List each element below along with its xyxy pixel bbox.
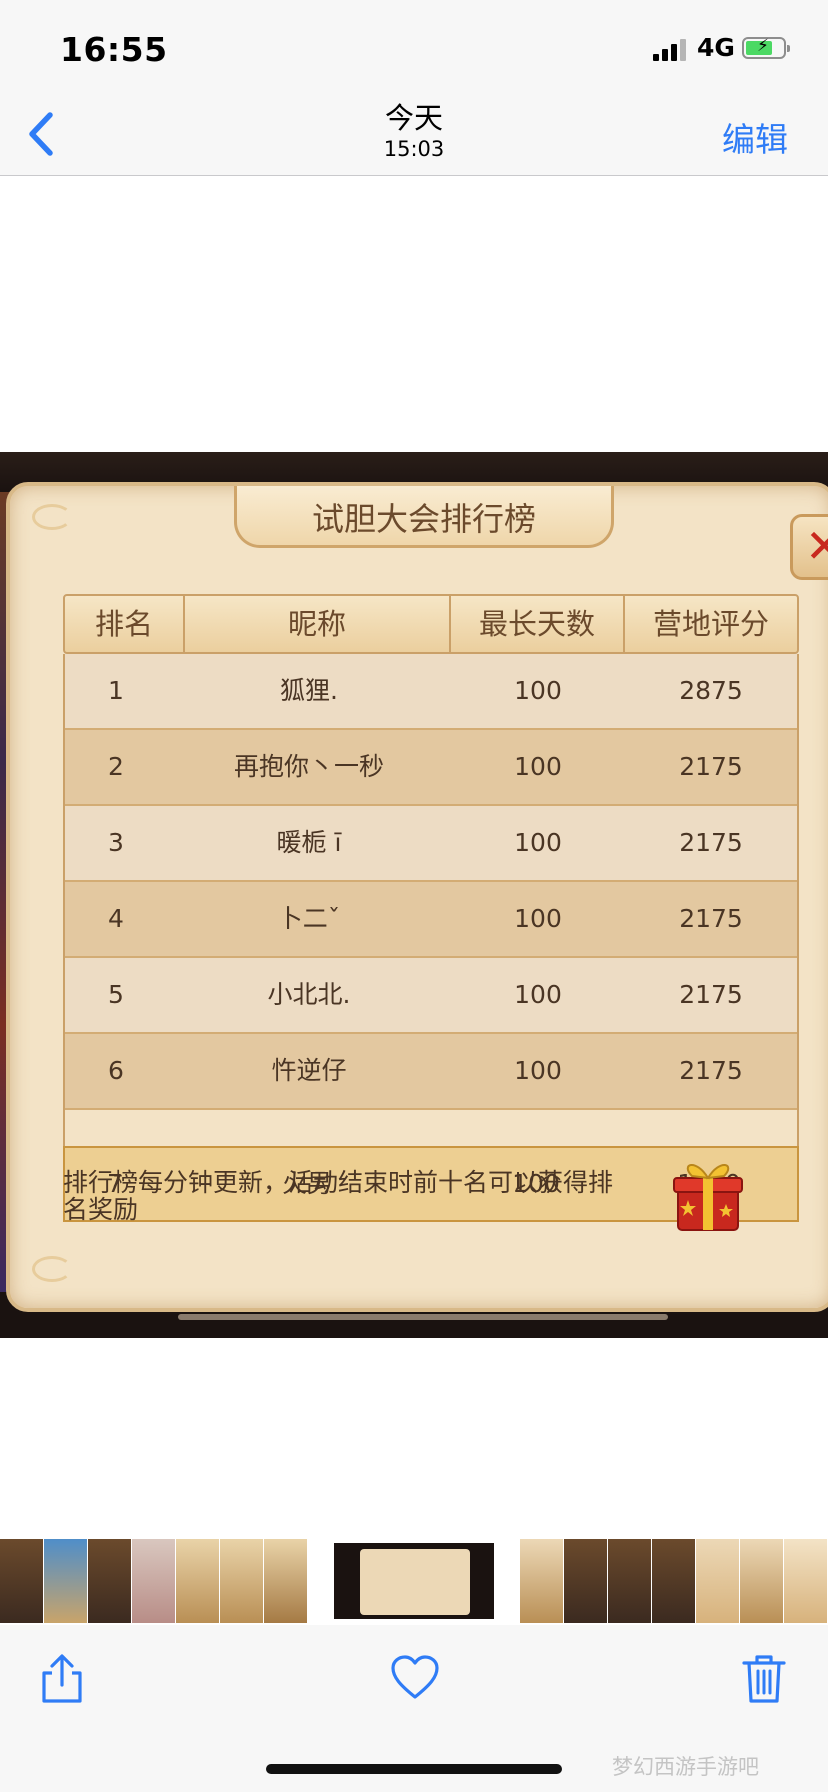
rank-cell: 4 [108, 904, 124, 933]
nickname-cell: 暖栀 ī [276, 828, 342, 857]
rank-cell: 2 [108, 752, 124, 781]
thumbnail[interactable] [88, 1539, 131, 1623]
navigation-bar: 今天 15:03 编辑 [0, 95, 828, 176]
thumbnail[interactable] [44, 1539, 87, 1623]
signal-strength-icon [653, 37, 689, 61]
table-row: 5 小北北. 100 2175 [65, 958, 797, 1034]
leaderboard-table: 排名 昵称 最长天数 营地评分 1 狐狸. 100 2875 2 再抱你丶一秒 … [63, 594, 799, 1222]
score-cell: 2175 [679, 828, 743, 857]
trash-icon[interactable] [740, 1653, 788, 1705]
close-button[interactable]: ✕ [790, 514, 828, 580]
thumbnail[interactable] [264, 1539, 307, 1623]
days-cell: 100 [514, 904, 562, 933]
column-header-camp-score: 营地评分 [652, 607, 769, 641]
thumbnail[interactable] [608, 1539, 651, 1623]
thumbnail[interactable] [0, 1539, 43, 1623]
days-cell: 100 [514, 752, 562, 781]
nickname-cell: 忤逆仔 [271, 1056, 347, 1085]
rank-cell: 1 [108, 676, 124, 705]
home-indicator[interactable] [266, 1764, 562, 1774]
thumbnail[interactable] [740, 1539, 783, 1623]
thumbnail-selected[interactable] [330, 1539, 498, 1623]
score-cell: 2175 [679, 980, 743, 1009]
thumbnail[interactable] [520, 1539, 563, 1623]
table-row: 1 狐狸. 100 2875 [65, 654, 797, 730]
nickname-cell: 小北北. [267, 980, 351, 1009]
thumbnail[interactable] [132, 1539, 175, 1623]
nickname-cell: 卜二ˇ [277, 904, 341, 933]
column-header-nickname: 昵称 [185, 596, 451, 652]
nickname-cell: 狐狸. [280, 676, 338, 705]
thumbnail[interactable] [696, 1539, 739, 1623]
table-rows[interactable]: 1 狐狸. 100 2875 2 再抱你丶一秒 100 2175 3 暖栀 ī … [63, 654, 799, 1146]
table-row: 2 再抱你丶一秒 100 2175 [65, 730, 797, 806]
battery-icon: ⚡ [742, 36, 790, 59]
scroll-indicator [178, 1314, 668, 1320]
days-cell: 100 [514, 676, 562, 705]
thumbnail[interactable] [784, 1539, 827, 1623]
thumbnail[interactable] [564, 1539, 607, 1623]
photo-image[interactable]: 试胆大会排行榜 排名 昵称 最长天数 营地评分 1 狐狸. 100 2875 2… [0, 452, 828, 1338]
nav-title: 今天 [384, 101, 443, 135]
days-cell: 100 [514, 828, 562, 857]
days-cell: 100 [514, 1056, 562, 1085]
nickname-cell: 再抱你丶一秒 [233, 752, 384, 781]
thumbnail-strip[interactable] [0, 1537, 828, 1625]
thumbnail[interactable] [176, 1539, 219, 1623]
decorative-swirl [32, 1256, 72, 1282]
nav-subtitle: 15:03 [383, 137, 445, 161]
column-header-rank: 排名 [65, 596, 185, 652]
edit-button[interactable]: 编辑 [722, 113, 788, 161]
score-cell: 2175 [679, 904, 743, 933]
table-row: 6 忤逆仔 100 2175 [65, 1034, 797, 1110]
days-cell: 100 [514, 980, 562, 1009]
watermark: 梦幻西游手游吧 [612, 1755, 759, 1779]
gift-box-icon[interactable] [670, 1154, 746, 1236]
share-icon[interactable] [38, 1653, 86, 1705]
rank-cell: 5 [108, 980, 124, 1009]
score-cell: 2175 [679, 752, 743, 781]
rank-cell: 3 [108, 828, 124, 857]
leaderboard-panel: 试胆大会排行榜 排名 昵称 最长天数 营地评分 1 狐狸. 100 2875 2… [6, 482, 828, 1312]
table-row: 4 卜二ˇ 100 2175 [65, 882, 797, 958]
thumbnail[interactable] [652, 1539, 695, 1623]
status-time: 16:55 [60, 30, 168, 69]
close-icon: ✕ [805, 519, 828, 573]
score-cell: 2175 [679, 1056, 743, 1085]
network-type: 4G [697, 33, 735, 62]
table-header: 排名 昵称 最长天数 营地评分 [63, 594, 799, 654]
leaderboard-title: 试胆大会排行榜 [311, 500, 536, 538]
decorative-swirl [32, 504, 72, 530]
table-row: 3 暖栀 ī 100 2175 [65, 806, 797, 882]
title-plaque: 试胆大会排行榜 [234, 486, 614, 548]
rank-cell: 6 [108, 1056, 124, 1085]
scroll-fade [65, 1114, 797, 1146]
heart-icon[interactable] [390, 1653, 440, 1705]
score-cell: 2875 [679, 676, 743, 705]
thumbnail[interactable] [220, 1539, 263, 1623]
bottom-toolbar: 梦幻西游手游吧 [0, 1625, 828, 1792]
ranking-notice: 排行榜每分钟更新，活动结束时前十名可以获得排名奖励 [63, 1168, 614, 1224]
column-header-max-days: 最长天数 [451, 596, 625, 652]
status-bar: 16:55 4G ⚡ [0, 0, 828, 95]
